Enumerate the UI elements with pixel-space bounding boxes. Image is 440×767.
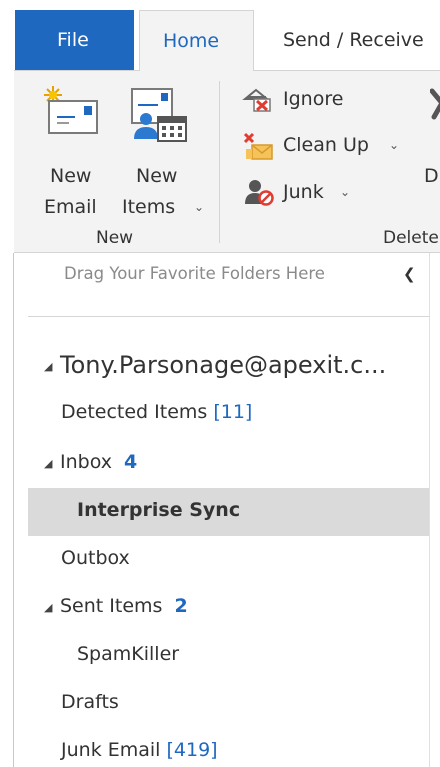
new-email-label-1: New xyxy=(50,165,92,187)
folder-sent-items-label: Sent Items xyxy=(60,595,163,617)
expand-triangle-icon: ◢ xyxy=(44,360,53,373)
folder-sent-items[interactable]: ◢ Sent Items 2 xyxy=(28,592,428,624)
folder-sent-items-count: 2 xyxy=(174,595,188,617)
folder-detected-items-count: [11] xyxy=(213,401,253,423)
new-items-label-2: Items xyxy=(122,196,176,218)
new-email-icon xyxy=(44,86,98,134)
folder-spamkiller-label: SpamKiller xyxy=(77,643,180,665)
folder-interprise-sync[interactable]: Interprise Sync xyxy=(28,488,429,536)
folder-drafts[interactable]: Drafts xyxy=(28,688,428,720)
folder-junk-email-label: Junk Email xyxy=(61,739,161,761)
folder-outbox[interactable]: Outbox xyxy=(28,544,428,576)
folder-spamkiller[interactable]: SpamKiller xyxy=(28,640,428,672)
ignore-label: Ignore xyxy=(283,88,344,110)
clean-up-label: Clean Up xyxy=(283,134,369,156)
chevron-down-icon: ⌄ xyxy=(340,185,351,199)
chevron-left-icon[interactable]: ❮ xyxy=(403,265,416,283)
junk-button[interactable]: Junk ⌄ xyxy=(242,176,362,208)
new-items-label-1: New xyxy=(136,165,178,187)
delete-icon xyxy=(430,88,440,120)
clean-up-icon xyxy=(243,132,273,160)
folder-inbox-label: Inbox xyxy=(60,451,112,473)
group-label-delete: Delete xyxy=(383,228,439,248)
folder-inbox-count: 4 xyxy=(124,451,138,473)
ignore-icon xyxy=(242,88,271,112)
expand-triangle-icon: ◢ xyxy=(44,601,53,614)
folder-junk-email-count: [419] xyxy=(166,739,218,761)
delete-button[interactable]: D xyxy=(414,79,440,214)
tab-file[interactable]: File xyxy=(15,10,134,70)
folder-drafts-label: Drafts xyxy=(61,691,119,713)
favorites-divider xyxy=(28,316,429,317)
tab-send-receive[interactable]: Send / Receive xyxy=(283,29,424,51)
folder-junk-email[interactable]: Junk Email [419] xyxy=(28,736,428,767)
ignore-button[interactable]: Ignore xyxy=(242,83,372,115)
group-label-new: New xyxy=(96,228,134,248)
tab-file-label: File xyxy=(57,29,89,51)
folder-pane-border xyxy=(13,253,14,767)
clean-up-button[interactable]: Clean Up ⌄ xyxy=(242,129,412,161)
new-email-button[interactable]: New Email xyxy=(36,79,106,218)
delete-label-partial: D xyxy=(424,165,439,187)
ribbon-tab-bar: File Home Send / Receive xyxy=(0,0,440,71)
folder-interprise-sync-label: Interprise Sync xyxy=(77,499,241,521)
favorites-drop-zone[interactable]: Drag Your Favorite Folders Here xyxy=(64,264,325,283)
ribbon-home: New Email New Items ⌄ New Ignore Clean U… xyxy=(14,70,440,253)
new-items-button[interactable]: New Items ⌄ xyxy=(116,79,211,218)
folder-detected-items-label: Detected Items xyxy=(61,401,208,423)
tab-home[interactable]: Home xyxy=(139,10,254,71)
chevron-down-icon: ⌄ xyxy=(389,138,400,152)
junk-icon xyxy=(245,180,274,206)
group-separator xyxy=(219,81,220,243)
new-email-label-2: Email xyxy=(44,196,97,218)
new-items-icon xyxy=(131,88,187,142)
account-node[interactable]: ◢ Tony.Parsonage@apexit.c... xyxy=(28,350,428,386)
folder-inbox[interactable]: ◢ Inbox 4 xyxy=(28,448,428,480)
junk-label: Junk xyxy=(283,181,324,203)
account-name: Tony.Parsonage@apexit.c... xyxy=(60,351,387,379)
expand-triangle-icon: ◢ xyxy=(44,457,53,470)
tab-home-label: Home xyxy=(163,30,220,52)
folder-outbox-label: Outbox xyxy=(61,547,130,569)
folder-detected-items[interactable]: Detected Items [11] xyxy=(28,398,428,430)
folder-pane-scroll-edge xyxy=(429,253,430,767)
chevron-down-icon: ⌄ xyxy=(194,200,205,214)
